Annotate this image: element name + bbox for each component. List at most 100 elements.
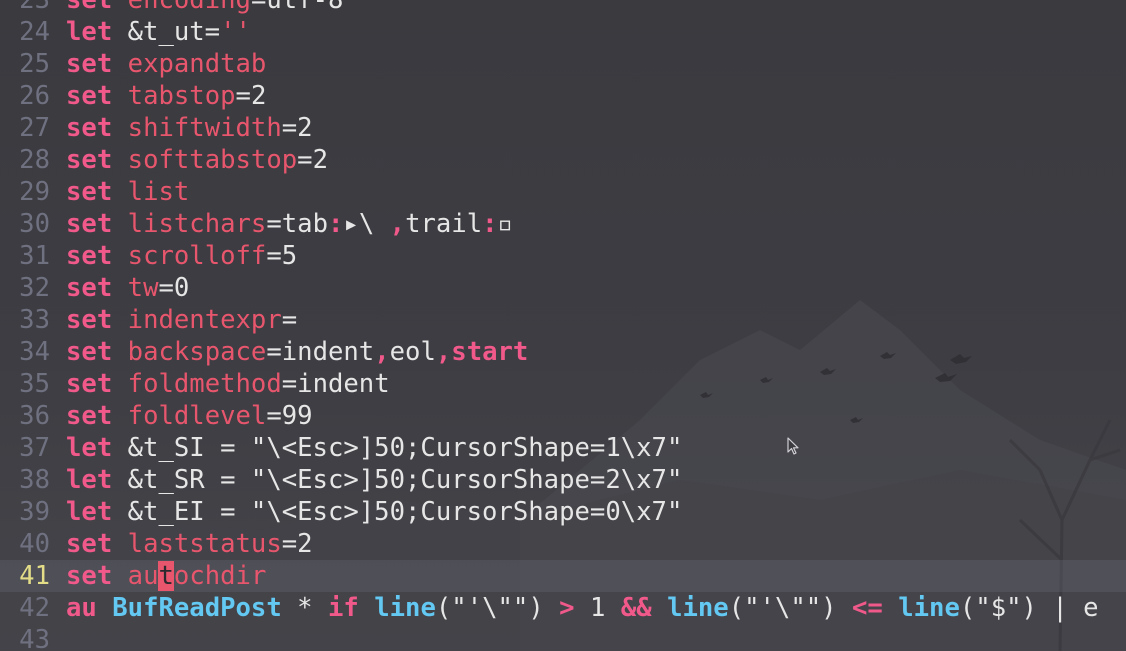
code-line[interactable]: 40 set laststatus=2 <box>0 528 1126 560</box>
line-code: let &t_ut='' <box>66 17 251 47</box>
line-code: set listchars=tab:▸\ ,trail:▫ <box>66 209 513 239</box>
keyword-token: set <box>66 401 113 431</box>
symbol-token: > <box>559 593 575 623</box>
line-code: set scrolloff=5 <box>66 241 297 271</box>
keyword-token: if <box>327 593 359 623</box>
text-token: =99 <box>266 401 313 431</box>
line-number: 37 <box>19 433 50 463</box>
keyword-token: set <box>66 145 113 175</box>
keyword-token: set <box>66 0 113 15</box>
code-line[interactable]: 26 set tabstop=2 <box>0 80 1126 112</box>
code-line[interactable]: 31 set scrolloff=5 <box>0 240 1126 272</box>
option-token: listchars <box>127 209 267 239</box>
keyword-token: au <box>66 593 97 623</box>
line-number: 29 <box>19 177 50 207</box>
code-line[interactable]: 30 set listchars=tab:▸\ ,trail:▫ <box>0 208 1126 240</box>
option-token: foldlevel <box>127 401 267 431</box>
option-token: tabstop <box>127 81 236 111</box>
keyword-token: let <box>66 17 113 47</box>
line-number: 39 <box>19 497 50 527</box>
line-number: 27 <box>19 113 50 143</box>
text-token: =indent <box>266 337 375 367</box>
text-token: &t_EI = "\<Esc>]50;CursorShape=0\x7" <box>112 497 683 527</box>
option-token: ochdir <box>173 561 267 591</box>
text-token: &t_SI = "\<Esc>]50;CursorShape=1\x7" <box>112 433 683 463</box>
code-line[interactable]: 29 set list <box>0 176 1126 208</box>
option-token: softtabstop <box>127 145 298 175</box>
line-code: set softtabstop=2 <box>66 145 328 175</box>
code-line[interactable]: 33 set indentexpr= <box>0 304 1126 336</box>
line-code: set foldmethod=indent <box>66 369 390 399</box>
text-token: =tab <box>266 209 328 239</box>
keyword-token: set <box>66 49 113 79</box>
keyword-token: set <box>66 369 113 399</box>
text-token: =0 <box>158 273 190 303</box>
text-token: =utf-8 <box>250 0 344 15</box>
code-line[interactable]: 24 let &t_ut='' <box>0 16 1126 48</box>
function-token: BufReadPost <box>112 593 282 623</box>
current-code-line[interactable]: 41 set autochdir <box>0 560 1126 592</box>
text-token: ("$") | <box>959 593 1084 623</box>
code-editor[interactable]: 23 set encoding=utf-8 24 let &t_ut='' 25 set … <box>0 0 1126 651</box>
line-number: 25 <box>19 49 50 79</box>
keyword-token: set <box>66 561 113 591</box>
symbol-token: && <box>620 593 652 623</box>
code-line[interactable]: 25 set expandtab <box>0 48 1126 80</box>
option-token: foldmethod <box>127 369 282 399</box>
line-code: au BufReadPost * if line("'\"") > 1 && l… <box>66 593 1099 623</box>
code-line[interactable]: 36 set foldlevel=99 <box>0 400 1126 432</box>
code-line[interactable]: 43 <box>0 624 1126 651</box>
text-token: trail <box>405 209 483 239</box>
code-line[interactable]: 38 let &t_SR = "\<Esc>]50;CursorShape=2\x… <box>0 464 1126 496</box>
text-token: =2 <box>281 529 313 559</box>
code-line[interactable]: 39 let &t_EI = "\<Esc>]50;CursorShape=0\x… <box>0 496 1126 528</box>
text-token: &t_SR = "\<Esc>]50;CursorShape=2\x7" <box>112 465 683 495</box>
line-number: 35 <box>19 369 50 399</box>
text-token: =2 <box>297 145 328 175</box>
line-code: set shiftwidth=2 <box>66 113 313 143</box>
keyword-token: set <box>66 273 113 303</box>
line-number: 34 <box>19 337 50 367</box>
line-code: set autochdir <box>66 561 266 591</box>
option-token: au <box>127 561 159 591</box>
code-line[interactable]: 27 set shiftwidth=2 <box>0 112 1126 144</box>
keyword-token: set <box>66 529 113 559</box>
text-token: 1 <box>574 593 621 623</box>
line-code: set expandtab <box>66 49 266 79</box>
keyword-token: set <box>66 337 113 367</box>
line-number: 33 <box>19 305 50 335</box>
mouse-pointer-icon <box>787 437 799 455</box>
code-line[interactable]: 34 set backspace=indent,eol,start <box>0 336 1126 368</box>
code-line[interactable]: 35 set foldmethod=indent <box>0 368 1126 400</box>
code-line[interactable]: 37 let &t_SI = "\<Esc>]50;CursorShape=1\x… <box>0 432 1126 464</box>
line-code: set indentexpr= <box>66 305 297 335</box>
text-token: ("'\"") <box>728 593 852 623</box>
text-token: * <box>281 593 328 623</box>
option-token: tw <box>127 273 159 303</box>
keyword-token: set <box>66 177 113 207</box>
option-token: indentexpr <box>127 305 282 335</box>
line-number: 23 <box>19 0 50 15</box>
code-line[interactable]: 23 set encoding=utf-8 <box>0 0 1126 16</box>
line-code: set tw=0 <box>66 273 189 303</box>
keyword-token: set <box>66 113 113 143</box>
code-line[interactable]: 28 set softtabstop=2 <box>0 144 1126 176</box>
line-number: 38 <box>19 465 50 495</box>
code-line[interactable]: 32 set tw=0 <box>0 272 1126 304</box>
option-token: list <box>127 177 190 207</box>
keyword-token: let <box>66 497 113 527</box>
code-line[interactable]: 42 au BufReadPost * if line("'\"") > 1 &&… <box>0 592 1126 624</box>
line-number: 41 <box>19 561 50 591</box>
text-token: =2 <box>281 113 313 143</box>
